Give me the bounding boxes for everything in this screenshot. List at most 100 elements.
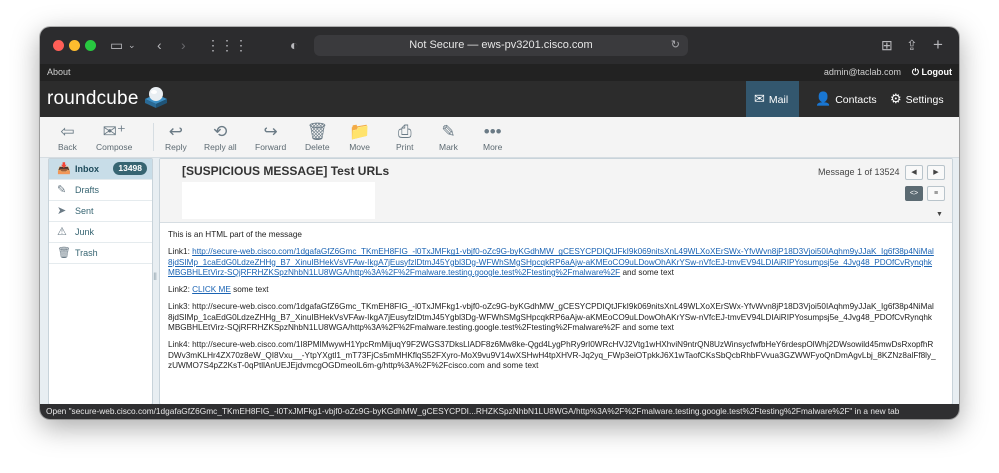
folder-junk[interactable]: ⚠ Junk xyxy=(49,222,152,243)
unread-count-badge: 13498 xyxy=(113,162,147,175)
share-icon[interactable]: ⇪ xyxy=(906,36,918,54)
compose-button[interactable]: ✉⁺ Compose xyxy=(96,122,132,152)
back-label: Back xyxy=(58,142,77,152)
reply-button[interactable]: ↩ Reply xyxy=(165,122,187,152)
back-arrow-icon[interactable]: ‹ xyxy=(157,36,162,54)
plain-view-button[interactable]: ≡ xyxy=(927,186,945,201)
source-view-button[interactable]: <> xyxy=(905,186,923,201)
message-body: This is an HTML part of the message Link… xyxy=(168,230,938,378)
forward-icon: ↪ xyxy=(263,122,278,141)
link1-paragraph: Link1: http://secure-web.cisco.com/1dgaf… xyxy=(168,247,938,278)
mark-label: Mark xyxy=(439,142,458,152)
folder-label: Drafts xyxy=(75,185,100,195)
top-info-bar: About admin@taclab.com ⏻ Logout xyxy=(40,64,959,81)
chevron-down-icon[interactable]: ▼ xyxy=(936,211,943,218)
envelope-icon: ✉ xyxy=(754,91,765,106)
print-label: Print xyxy=(396,142,414,152)
folder-label: Trash xyxy=(75,248,98,258)
minimize-window-button[interactable] xyxy=(69,40,80,51)
sidebar-toggle-icon[interactable]: ▭ xyxy=(110,36,123,54)
nav-contacts[interactable]: 👤 Contacts xyxy=(807,81,877,117)
mark-button[interactable]: ✎ Mark xyxy=(439,122,458,152)
forward-button[interactable]: ↪ Forward xyxy=(255,122,286,152)
reply-icon: ↩ xyxy=(168,122,183,141)
lines-icon: ≡ xyxy=(933,190,939,197)
folder-move-icon: 📁 xyxy=(349,122,371,141)
message-subject: [SUSPICIOUS MESSAGE] Test URLs xyxy=(182,164,390,178)
folder-list: 📥 Inbox 13498 ✎ Drafts ➤ Sent ⚠ Junk 🗑 Trash xyxy=(48,158,153,405)
nav-contacts-label: Contacts xyxy=(835,94,877,106)
browser-toolbar: ▭ ⌄ ‹ › ⋮⋮⋮ ◐ Not Secure — ews-pv3201.ci… xyxy=(40,27,959,64)
folder-sent[interactable]: ➤ Sent xyxy=(49,201,152,222)
more-label: More xyxy=(483,142,503,152)
folder-label: Sent xyxy=(75,206,94,216)
forward-label: Forward xyxy=(255,142,287,152)
pane-splitter[interactable]: ‖ xyxy=(153,272,157,283)
reply-all-button[interactable]: ⟲ Reply all xyxy=(204,122,237,152)
trash-icon: 🗑 xyxy=(57,247,71,259)
junk-icon: ⚠ xyxy=(57,226,67,238)
about-link[interactable]: About xyxy=(47,64,71,81)
username-label: admin@taclab.com xyxy=(823,67,901,77)
roundcube-logo-icon xyxy=(145,87,167,108)
folder-trash[interactable]: 🗑 Trash xyxy=(49,243,152,264)
link2-label: Link2: xyxy=(168,285,190,295)
nav-settings-label: Settings xyxy=(905,94,944,106)
folder-label: Junk xyxy=(75,227,95,237)
address-text: Not Secure — ews-pv3201.cisco.com xyxy=(409,39,593,51)
nav-settings[interactable]: ⚙ Settings xyxy=(882,81,952,117)
logout-label: Logout xyxy=(921,67,953,77)
folder-drafts[interactable]: ✎ Drafts xyxy=(49,180,152,201)
close-window-button[interactable] xyxy=(53,40,64,51)
compose-label: Compose xyxy=(96,142,133,152)
more-button[interactable]: ••• More xyxy=(483,122,502,152)
message-view: [SUSPICIOUS MESSAGE] Test URLs Message 1… xyxy=(159,158,953,405)
folder-inbox[interactable]: 📥 Inbox 13498 xyxy=(49,159,152,180)
tab-grid-icon[interactable]: ⊞ xyxy=(881,36,893,54)
move-label: Move xyxy=(349,142,370,152)
browser-window: ▭ ⌄ ‹ › ⋮⋮⋮ ◐ Not Secure — ews-pv3201.ci… xyxy=(40,27,959,419)
message-header: [SUSPICIOUS MESSAGE] Test URLs Message 1… xyxy=(160,159,952,223)
code-icon: <> xyxy=(909,190,919,197)
arrow-left-icon: ⇦ xyxy=(60,122,75,141)
gear-icon: ⚙ xyxy=(890,91,902,106)
person-icon: 👤 xyxy=(815,91,832,106)
sent-icon: ➤ xyxy=(57,205,67,217)
printer-icon: ⎙ xyxy=(397,122,412,141)
power-icon: ⏻ xyxy=(911,67,922,77)
reply-all-label: Reply all xyxy=(204,142,237,152)
next-message-button[interactable]: ▶ xyxy=(927,165,945,180)
link2-tail: some text xyxy=(233,285,269,295)
link1-url[interactable]: http://secure-web.cisco.com/1dgafaGfZ6Gm… xyxy=(168,247,934,277)
move-button[interactable]: 📁 Move xyxy=(349,122,370,152)
message-counter: Message 1 of 13524 xyxy=(818,167,900,177)
delete-label: Delete xyxy=(305,142,330,152)
message-header-details xyxy=(182,182,375,219)
back-button[interactable]: ⇦ Back xyxy=(58,122,77,152)
reply-label: Reply xyxy=(165,142,187,152)
toolbar-divider xyxy=(153,123,154,151)
forward-arrow-icon[interactable]: › xyxy=(181,36,186,54)
previous-message-button[interactable]: ◀ xyxy=(905,165,923,180)
logout-link[interactable]: ⏻ Logout xyxy=(912,64,952,81)
chevron-down-icon[interactable]: ⌄ xyxy=(128,36,136,54)
trash-icon: 🗑 xyxy=(306,122,329,141)
print-button[interactable]: ⎙ Print xyxy=(396,122,413,152)
privacy-shield-icon[interactable]: ◐ xyxy=(290,36,298,54)
roundcube-logo[interactable]: roundcube xyxy=(47,87,139,111)
new-tab-icon[interactable]: + xyxy=(933,36,943,54)
reload-icon[interactable]: ↻ xyxy=(671,35,680,56)
tab-overview-icon[interactable]: ⋮⋮⋮ xyxy=(206,36,248,54)
link3-paragraph: Link3: http://secure-web.cisco.com/1dgaf… xyxy=(168,302,934,333)
nav-mail[interactable]: ✉ Mail xyxy=(746,81,799,117)
triangle-right-icon: ▶ xyxy=(933,169,939,176)
link-hover-status: Open "secure-web.cisco.com/1dgafaGfZ6Gmc… xyxy=(40,404,959,419)
triangle-left-icon: ◀ xyxy=(911,169,917,176)
link2-click-me[interactable]: CLICK ME xyxy=(192,285,231,294)
maximize-window-button[interactable] xyxy=(85,40,96,51)
link1-tail: and some text xyxy=(622,267,674,277)
marker-icon: ✎ xyxy=(441,122,456,141)
address-bar[interactable]: Not Secure — ews-pv3201.cisco.com ↻ xyxy=(314,35,688,56)
link2-paragraph: Link2: CLICK ME some text xyxy=(168,285,938,295)
delete-button[interactable]: 🗑 Delete xyxy=(305,122,330,152)
